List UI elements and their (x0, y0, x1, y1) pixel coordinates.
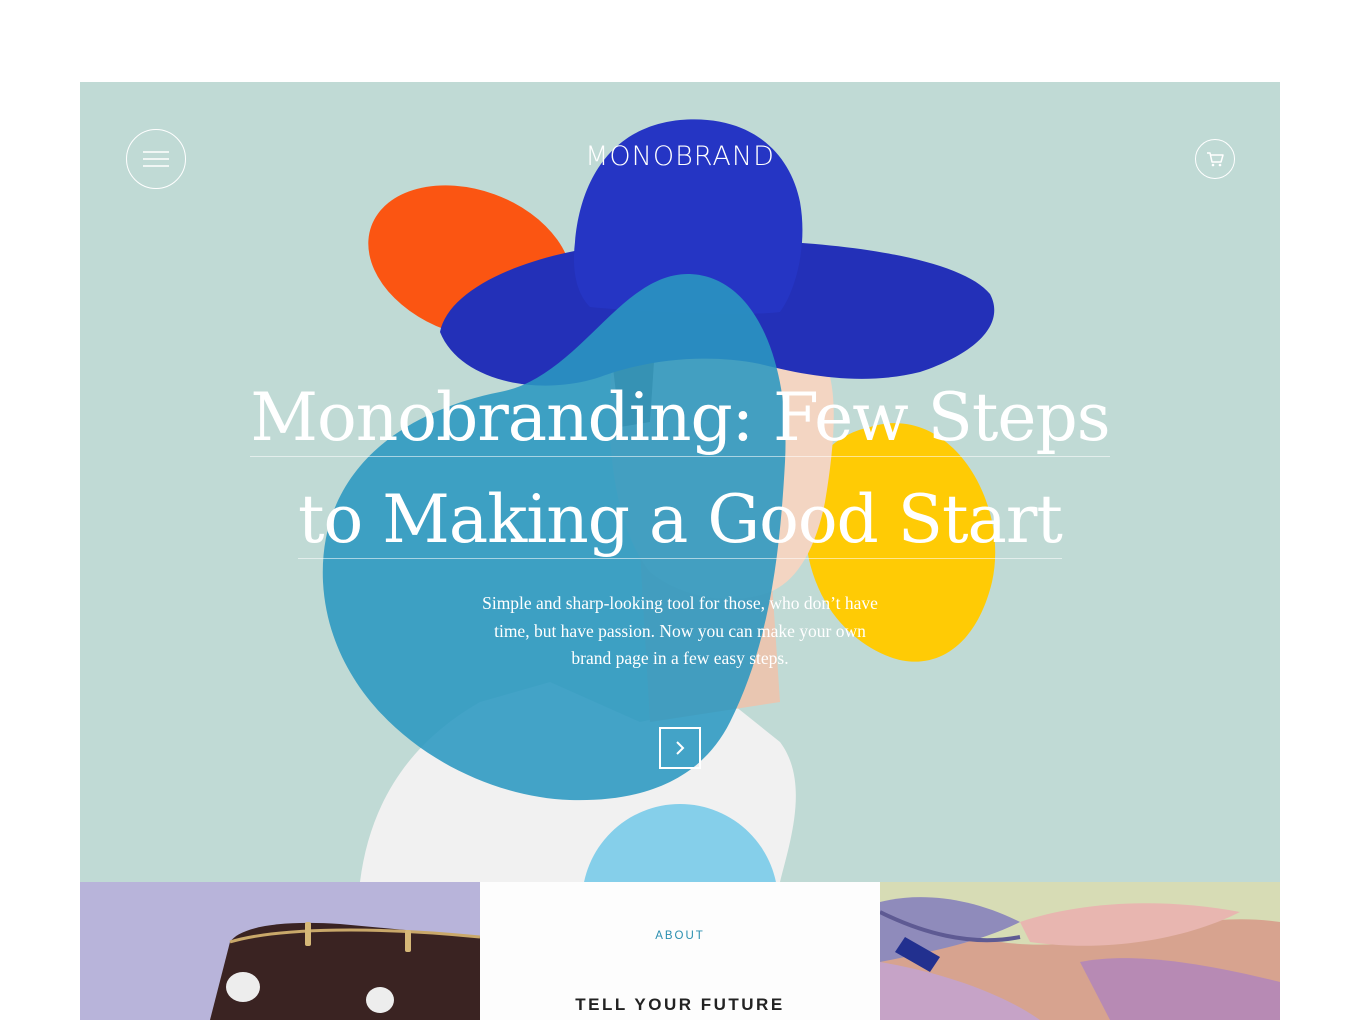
about-card: ABOUT TELL YOUR FUTURE (480, 882, 880, 1020)
wallet-image (210, 922, 480, 1020)
cart-button[interactable] (1195, 139, 1235, 179)
headline-line-2[interactable]: to Making a Good Start (298, 481, 1063, 559)
hero-subtitle: Simple and sharp-looking tool for those,… (482, 593, 878, 668)
about-heading: TELL YOUR FUTURE (575, 995, 785, 1014)
product-card-wallet[interactable] (80, 882, 480, 1020)
hamburger-menu-icon (143, 151, 169, 167)
shopping-cart-icon (1207, 152, 1224, 167)
hero-section: MONOBRAND Monobranding: Few Steps to Mak… (80, 82, 1280, 882)
headline-line-1[interactable]: Monobranding: Few Steps (250, 379, 1111, 457)
about-label[interactable]: ABOUT (480, 930, 880, 942)
product-card-shirt[interactable] (880, 882, 1280, 1020)
chevron-right-icon (676, 741, 685, 755)
hero-headline: Monobranding: Few Steps to Making a Good… (230, 367, 1130, 571)
next-button[interactable] (659, 727, 701, 769)
shirt-image (880, 897, 1280, 1020)
brand-logo[interactable]: MONOBRAND (550, 141, 810, 172)
menu-button[interactable] (126, 129, 186, 189)
